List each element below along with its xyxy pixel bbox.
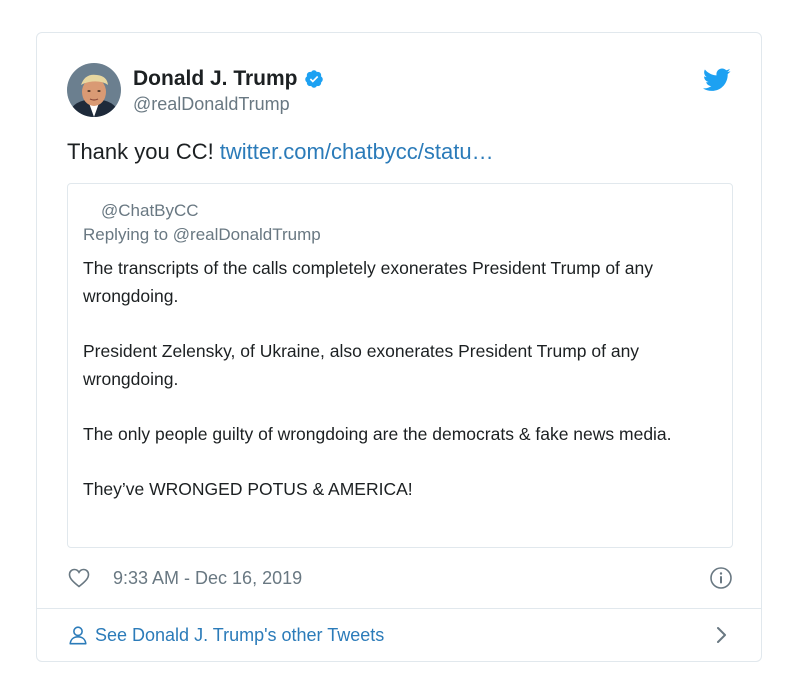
tweet-body: Thank you CC!	[67, 139, 214, 164]
author-names: Donald J. Trump @realDonaldTrump	[133, 65, 324, 115]
embedded-tweet-card: Donald J. Trump @realDonaldTrump Thank y…	[36, 32, 762, 662]
timestamp[interactable]: 9:33 AM - Dec 16, 2019	[113, 568, 302, 589]
heart-icon[interactable]	[67, 566, 91, 590]
tweet-header: Donald J. Trump @realDonaldTrump	[67, 63, 324, 117]
quoted-paragraph: The only people guilty of wrongdoing are…	[83, 424, 672, 444]
tweet-text: Thank you CC! twitter.com/chatbycc/statu…	[67, 137, 494, 167]
other-tweets-link[interactable]: See Donald J. Trump's other Tweets	[95, 625, 384, 646]
tweet-link[interactable]: twitter.com/chatbycc/statu…	[220, 139, 494, 164]
replying-to: Replying to @realDonaldTrump	[83, 225, 321, 244]
chevron-right-icon[interactable]	[715, 625, 729, 645]
person-icon	[67, 624, 89, 646]
avatar[interactable]	[67, 63, 121, 117]
quoted-paragraph: The transcripts of the calls completely …	[83, 258, 653, 306]
quoted-paragraph: They’ve WRONGED POTUS & AMERICA!	[83, 479, 413, 499]
info-icon[interactable]	[709, 566, 733, 590]
quoted-paragraph: President Zelensky, of Ukraine, also exo…	[83, 341, 640, 389]
footer-other-tweets[interactable]: See Donald J. Trump's other Tweets	[67, 609, 733, 661]
author-handle[interactable]: @realDonaldTrump	[133, 94, 324, 115]
verified-badge-icon	[304, 69, 324, 89]
name-row: Donald J. Trump	[133, 65, 324, 93]
twitter-bird-icon[interactable]	[703, 68, 731, 92]
author-display-name[interactable]: Donald J. Trump	[133, 67, 298, 91]
quoted-tweet[interactable]: @ChatByCC Replying to @realDonaldTrump T…	[67, 183, 733, 548]
quoted-body: The transcripts of the calls completely …	[83, 254, 718, 503]
quoted-handle[interactable]: @ChatByCC	[101, 200, 718, 222]
tweet-meta: 9:33 AM - Dec 16, 2019	[67, 563, 733, 593]
